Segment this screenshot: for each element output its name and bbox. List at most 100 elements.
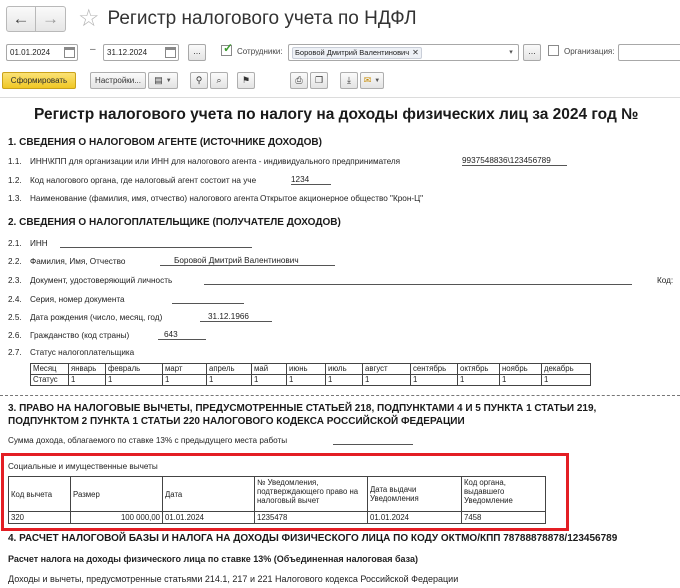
table-cell: 1 [362, 374, 411, 386]
months-row: Месяц январь февраль март апрель май июн… [30, 363, 591, 375]
copy-button[interactable]: ❐ [310, 72, 328, 89]
employees-field[interactable]: Боровой Дмитрий Валентинович ✕ ▾ [288, 44, 519, 61]
table-cell: май [251, 363, 287, 375]
back-button[interactable]: ← [6, 6, 36, 32]
chevron-down-icon: ▼ [165, 77, 172, 84]
row-2-6-num: 2.6. [8, 331, 22, 340]
section-divider [0, 395, 680, 396]
row-2-1-label: ИНН [30, 239, 48, 248]
table-cell: 1 [286, 374, 326, 386]
status-row: Статус 1 1 1 1 1 1 1 1 1 1 1 1 [30, 374, 591, 386]
find-next-button[interactable]: ⌕ [210, 72, 228, 89]
row-1-1-value: 9937548836\123456789 [462, 156, 551, 165]
window-titlebar: ← → ☆ Регистр налогового учета по НДФЛ [0, 0, 680, 38]
report-title: Регистр налогового учета по налогу на до… [34, 106, 639, 123]
organization-field[interactable] [618, 44, 680, 61]
organization-checkbox[interactable] [548, 45, 559, 56]
table-cell: 1 [457, 374, 500, 386]
table-cell: 1 [105, 374, 163, 386]
table-cell: Статус [30, 374, 69, 386]
table-cell: июль [325, 363, 363, 375]
print-icon: ⎙ [295, 75, 303, 85]
table-cell: апрель [206, 363, 252, 375]
section-1-heading: 1. СВЕДЕНИЯ О НАЛОГОВОМ АГЕНТЕ (ИСТОЧНИК… [8, 137, 322, 148]
row-2-2-value-line: Боровой Дмитрий Валентинович [160, 256, 335, 266]
section-4-line: Доходы и вычеты, предусмотренные статьям… [8, 574, 459, 584]
settings-label: Настройки... [95, 76, 141, 85]
row-2-6-label: Гражданство (код страны) [30, 331, 130, 340]
filter-button[interactable]: ⚑ [237, 72, 255, 89]
table-cell: 1 [499, 374, 542, 386]
row-1-2-value: 1234 [291, 175, 310, 184]
report-toolbar: Сформировать Настройки... ▤ ▼ ⚲ ⌕ ⚑ ⎙ ❐ ⤓… [0, 71, 680, 93]
row-2-3-label: Документ, удостоверяющий личность [30, 276, 173, 285]
favorite-star-icon[interactable]: ☆ [78, 7, 100, 31]
row-2-2-label: Фамилия, Имя, Отчество [30, 257, 126, 266]
row-2-4-label: Серия, номер документа [30, 295, 125, 304]
table-cell: 1 [325, 374, 363, 386]
filter-icon: ⚑ [241, 75, 251, 85]
search-next-icon: ⌕ [216, 75, 222, 85]
remove-tag-icon[interactable]: ✕ [412, 48, 419, 57]
calendar-icon[interactable] [165, 47, 176, 58]
table-cell: 1 [410, 374, 458, 386]
row-2-6-value-line: 643 [158, 330, 206, 340]
row-1-2-num: 1.2. [8, 176, 22, 185]
forward-button[interactable]: → [36, 6, 66, 32]
employees-checkbox[interactable] [221, 41, 233, 56]
section-4-subheading: Расчет налога на доходы физического лица… [8, 554, 419, 564]
section-4-heading: 4. РАСЧЕТ НАЛОГОВОЙ БАЗЫ И НАЛОГА НА ДОХ… [8, 533, 618, 544]
status-by-month-table: Месяц январь февраль март апрель май июн… [30, 363, 591, 386]
date-from-field[interactable]: 01.01.2024 [6, 44, 78, 61]
arrow-left-icon: ← [12, 9, 30, 28]
envelope-icon: ✉ [363, 75, 372, 85]
row-2-5-value-line: 31.12.1966 [200, 312, 272, 322]
organization-label: Организация: [564, 47, 615, 56]
chevron-down-icon[interactable]: ▾ [505, 46, 517, 59]
row-1-3-num: 1.3. [8, 194, 22, 203]
window-title: Регистр налогового учета по НДФЛ [107, 8, 417, 29]
row-1-3-label: Наименование (фамилия, имя, отчество) на… [30, 194, 259, 203]
table-cell: 1 [162, 374, 207, 386]
row-2-3-num: 2.3. [8, 276, 22, 285]
print-button[interactable]: ⎙ [290, 72, 308, 89]
download-icon: ⤓ [347, 75, 351, 85]
send-button[interactable]: ✉ ▼ [360, 72, 384, 89]
variants-button[interactable]: ▤ ▼ [148, 72, 178, 89]
report-document: Регистр налогового учета по налогу на до… [0, 100, 680, 588]
table-cell: 1 [206, 374, 252, 386]
row-1-1-num: 1.1. [8, 157, 22, 166]
table-cell: март [162, 363, 207, 375]
row-2-1-value-line [60, 238, 252, 248]
report-variant-icon: ▤ [154, 75, 163, 85]
row-1-1-value-line: 9937548836\123456789 [462, 156, 567, 166]
prev-income-value-line [333, 435, 413, 445]
employee-tag-label: Боровой Дмитрий Валентинович [295, 48, 410, 57]
row-2-5-num: 2.5. [8, 313, 22, 322]
row-2-7-label: Статус налогоплательщика [30, 348, 135, 357]
row-2-2-value: Боровой Дмитрий Валентинович [174, 256, 299, 265]
employees-select-button[interactable]: ... [523, 44, 541, 61]
copy-icon: ❐ [314, 75, 324, 85]
find-button[interactable]: ⚲ [190, 72, 208, 89]
arrow-right-icon: → [42, 9, 59, 28]
save-button[interactable]: ⤓ [340, 72, 358, 89]
row-2-4-value-line [172, 294, 244, 304]
date-to-value: 31.12.2024 [107, 48, 148, 57]
generate-button[interactable]: Сформировать [2, 72, 76, 89]
date-to-field[interactable]: 31.12.2024 [103, 44, 179, 61]
row-1-2-label: Код налогового органа, где налоговый аге… [30, 176, 257, 185]
table-cell: декабрь [541, 363, 591, 375]
row-1-1-label: ИНН\КПП для организации или ИНН для нало… [30, 157, 401, 166]
row-2-7-num: 2.7. [8, 348, 22, 357]
period-select-button[interactable]: ... [188, 44, 206, 61]
table-cell: август [362, 363, 411, 375]
section-3-heading-line-1: 3. ПРАВО НА НАЛОГОВЫЕ ВЫЧЕТЫ, ПРЕДУСМОТР… [8, 403, 597, 414]
calendar-icon[interactable] [64, 47, 75, 58]
row-2-4-num: 2.4. [8, 295, 22, 304]
employee-tag[interactable]: Боровой Дмитрий Валентинович ✕ [292, 46, 422, 59]
table-cell: сентябрь [410, 363, 458, 375]
table-cell: 1 [541, 374, 591, 386]
toolbar-divider [0, 97, 680, 98]
settings-button[interactable]: Настройки... [90, 72, 146, 89]
